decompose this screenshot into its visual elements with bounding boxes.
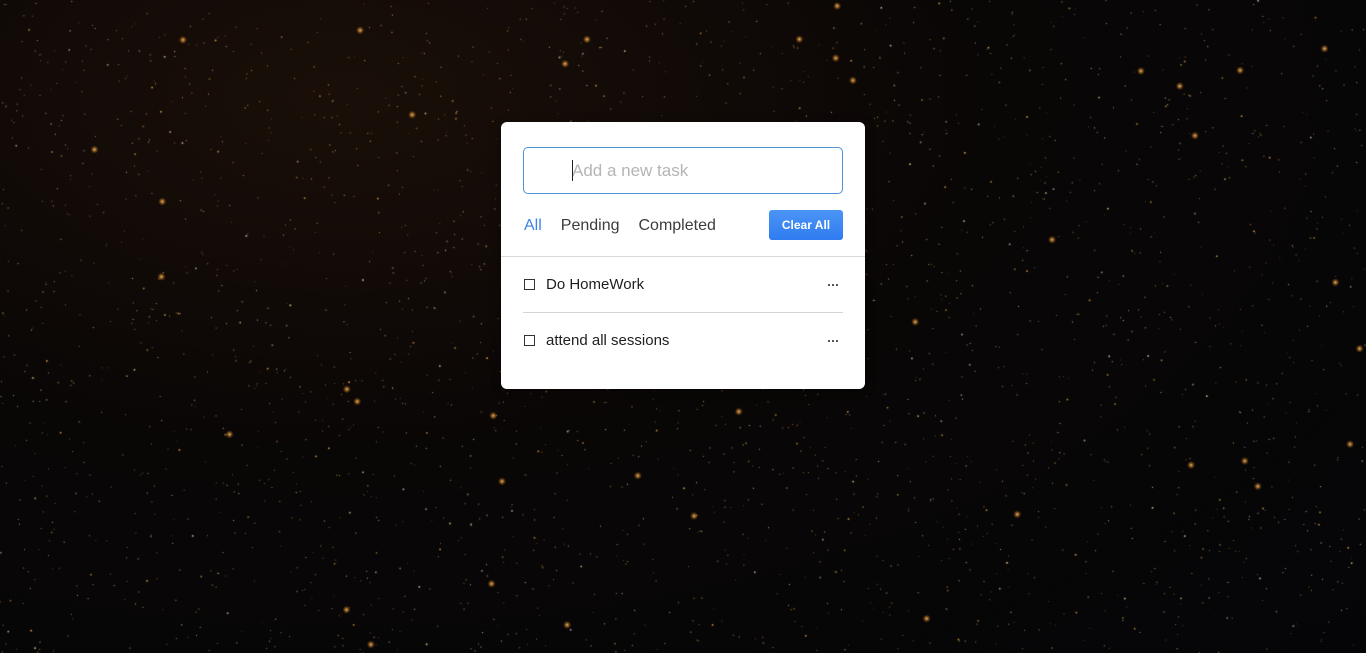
task-checkbox[interactable]: [524, 335, 535, 346]
more-horizontal-icon[interactable]: [823, 277, 843, 293]
tab-completed[interactable]: Completed: [639, 216, 716, 236]
text-caret: [572, 160, 573, 181]
task-label: attend all sessions: [546, 332, 670, 349]
clear-all-button[interactable]: Clear All: [769, 210, 843, 240]
task-list: Do HomeWork attend all sessions: [523, 257, 843, 368]
more-horizontal-icon[interactable]: [823, 333, 843, 349]
tab-all[interactable]: All: [524, 216, 542, 236]
task-item: attend all sessions: [523, 313, 843, 368]
task-input-wrapper: [523, 147, 843, 194]
tab-pending[interactable]: Pending: [561, 216, 620, 236]
todo-card: All Pending Completed Clear All Do HomeW…: [501, 122, 865, 389]
task-input[interactable]: [523, 147, 843, 194]
task-checkbox[interactable]: [524, 279, 535, 290]
filter-tabs: All Pending Completed: [524, 216, 735, 236]
task-label: Do HomeWork: [546, 276, 645, 293]
task-item: Do HomeWork: [523, 257, 843, 313]
